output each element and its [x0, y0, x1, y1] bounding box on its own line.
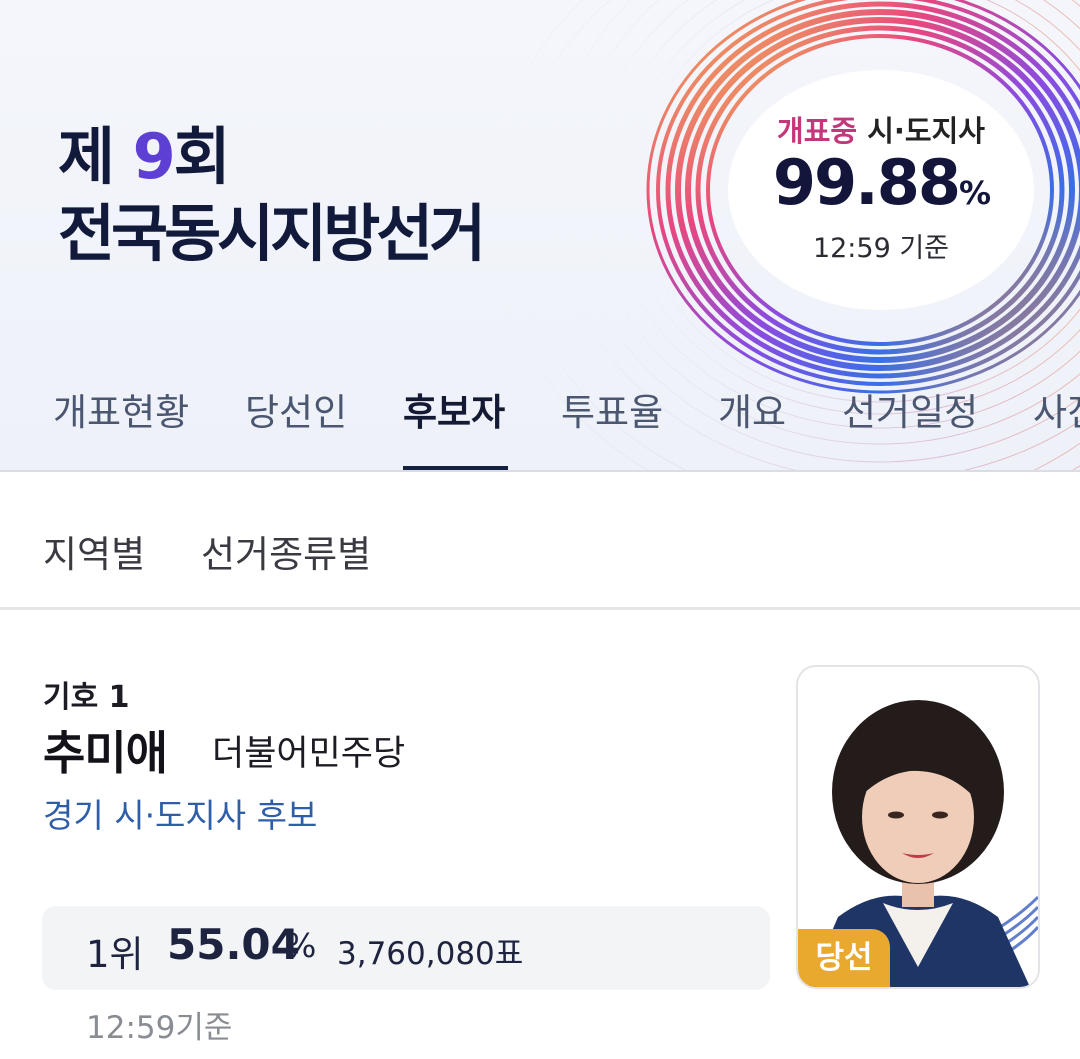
tab-overview[interactable]: 개요: [718, 382, 786, 436]
result-timestamp: 12:59기준: [86, 1010, 233, 1046]
candidate-region[interactable]: 경기 시·도지사 후보: [43, 789, 317, 837]
candidate-photo[interactable]: 당선: [796, 665, 1040, 989]
count-timestamp: 12:59 기준: [812, 233, 950, 264]
subtab-by-region[interactable]: 지역별: [43, 524, 145, 578]
sub-tabs: 지역별 선거종류별: [0, 472, 1080, 610]
candidate-vote-count: 3,760,080표: [337, 936, 524, 972]
count-status: 개표중 시·도지사: [777, 114, 985, 148]
title-round: 제 9회: [58, 120, 231, 193]
tab-winners[interactable]: 당선인: [245, 382, 347, 436]
election-banner: 제 9회 전국동시지방선거 개표중 시·도지사 99.88% 12:59 기준 …: [0, 0, 1080, 472]
count-percentage: 99.88%: [772, 146, 991, 219]
active-tab-indicator: [403, 466, 508, 470]
election-title: 제 9회 전국동시지방선거: [58, 120, 486, 274]
candidate-party: 더불어민주당: [212, 734, 406, 774]
candidate-vote-rate: 55.04: [167, 920, 300, 969]
title-name: 전국동시지방선거: [58, 197, 486, 270]
candidate-card[interactable]: 기호 1 추미애 더불어민주당 경기 시·도지사 후보 1위 55.04 % 3…: [0, 612, 1080, 1059]
tab-count-status[interactable]: 개표현황: [53, 382, 189, 436]
candidate-rank: 1위: [86, 933, 144, 976]
main-tabs: 개표현황 당선인 후보자 투표율 개요 선거일정 사진: [0, 378, 1080, 470]
tab-turnout[interactable]: 투표율: [561, 382, 663, 436]
vote-rate-unit: %: [285, 926, 317, 965]
winner-badge: 당선: [798, 929, 890, 987]
tab-schedule[interactable]: 선거일정: [842, 382, 978, 436]
candidate-name: 추미애: [43, 726, 168, 780]
subtab-by-election-type[interactable]: 선거종류별: [201, 524, 371, 578]
candidate-number: 기호 1: [43, 680, 130, 715]
count-progress-circle: 개표중 시·도지사 99.88% 12:59 기준: [728, 70, 1034, 310]
tab-candidates[interactable]: 후보자: [403, 382, 505, 436]
tab-photos[interactable]: 사진: [1033, 382, 1080, 436]
candidate-result: 1위 55.04 % 3,760,080표: [42, 906, 770, 990]
